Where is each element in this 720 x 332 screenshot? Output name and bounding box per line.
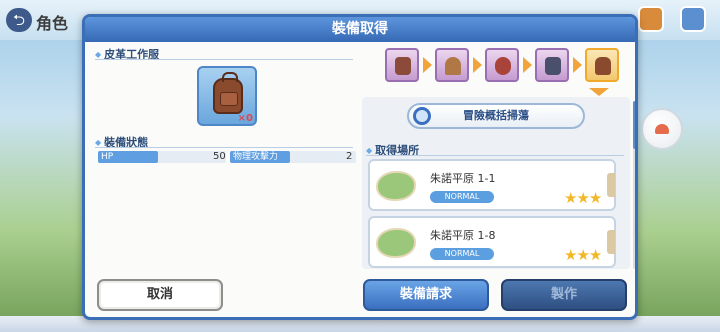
difficulty-badge: NORMAL xyxy=(430,191,494,203)
background-screen-title: 角色 xyxy=(36,14,69,33)
armor-icon xyxy=(395,57,411,75)
dialog-title: 裝備取得 xyxy=(85,17,635,42)
chain-item-3[interactable] xyxy=(485,48,519,82)
location-name: 朱諾平原 1-1 xyxy=(430,172,496,185)
equipment-obtain-dialog: 裝備取得 皮革工作服 ×0 裝備狀態 HP 50 物理攻擊力 2 冒險概括掃蕩 … xyxy=(82,14,638,320)
scrollbar-thumb[interactable] xyxy=(633,101,635,149)
help-icon[interactable] xyxy=(680,6,706,32)
craft-button[interactable]: 製作 xyxy=(501,279,627,311)
stat-hp: HP 50 xyxy=(98,151,226,163)
stat-label: 物理攻擊力 xyxy=(230,151,290,163)
sweep-button[interactable]: 冒險概括掃蕩 xyxy=(407,103,585,129)
sweep-button-label: 冒險概括掃蕩 xyxy=(463,109,529,122)
chain-item-1[interactable] xyxy=(385,48,419,82)
selected-pointer-icon xyxy=(589,88,609,96)
divider xyxy=(95,59,353,60)
leather-backpack-icon xyxy=(213,72,243,114)
difficulty-badge: NORMAL xyxy=(430,248,494,260)
arrow-icon xyxy=(423,57,432,73)
chain-item-4[interactable] xyxy=(535,48,569,82)
chevron-right-icon xyxy=(607,230,615,254)
arrow-icon xyxy=(473,57,482,73)
location-card[interactable]: 朱諾平原 1-8 NORMAL ★★★ xyxy=(368,216,616,268)
location-name: 朱諾平原 1-8 xyxy=(430,229,496,242)
star-rating: ★★★ xyxy=(564,189,602,207)
stat-physical-attack: 物理攻擊力 2 xyxy=(230,151,356,163)
source-panel: 冒險概括掃蕩 取得場所 朱諾平原 1-1 NORMAL ★★★ 朱諾平原 1-8… xyxy=(362,97,630,269)
item-count: ×0 xyxy=(237,113,253,124)
stat-value: 2 xyxy=(346,151,353,162)
backpack-icon xyxy=(595,57,611,75)
item-icon-frame: ×0 xyxy=(197,66,257,126)
chain-item-2[interactable] xyxy=(435,48,469,82)
menu-icon[interactable] xyxy=(638,6,664,32)
arrow-icon xyxy=(573,57,582,73)
map-thumbnail-icon xyxy=(376,228,416,258)
equipment-upgrade-chain xyxy=(385,48,625,84)
equipment-request-button[interactable]: 裝備請求 xyxy=(363,279,489,311)
location-card[interactable]: 朱諾平原 1-1 NORMAL ★★★ xyxy=(368,159,616,211)
background-top-right-icons xyxy=(636,0,720,40)
stat-value: 50 xyxy=(213,151,226,162)
map-thumbnail-icon xyxy=(376,171,416,201)
back-icon[interactable]: ⮌ xyxy=(6,8,32,32)
chevron-right-icon xyxy=(607,173,615,197)
background-orb-icon xyxy=(641,108,683,150)
cancel-button[interactable]: 取消 xyxy=(97,279,223,311)
divider xyxy=(366,155,624,156)
magnifier-icon xyxy=(413,107,431,125)
arrow-icon xyxy=(523,57,532,73)
cape-icon xyxy=(495,57,511,75)
harness-icon xyxy=(445,57,461,75)
chain-item-5-selected[interactable] xyxy=(585,48,619,82)
star-rating: ★★★ xyxy=(564,246,602,264)
divider xyxy=(95,147,353,148)
vest-icon xyxy=(545,57,561,75)
stat-label: HP xyxy=(98,151,158,163)
